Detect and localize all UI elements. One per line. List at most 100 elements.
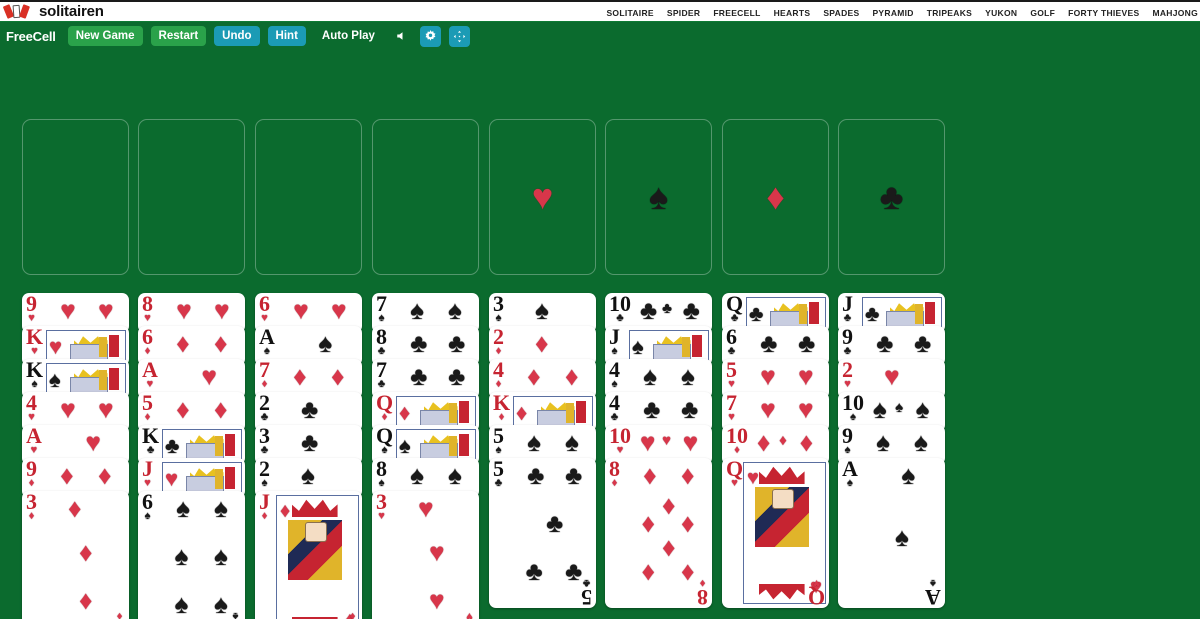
card-corner-index: J ♣ (842, 293, 853, 324)
card-rank: Q (726, 458, 744, 481)
undo-button[interactable]: Undo (214, 26, 260, 46)
card-corner-index: 2 ♣ (259, 392, 270, 423)
card-corner-index: J ♠ (609, 326, 620, 357)
card-suit-icon: ♥ (378, 510, 385, 522)
card-suit-icon: ♠ (844, 444, 851, 456)
card-corner-index-bottom: ♦ 8 (697, 577, 708, 608)
site-nav-link-golf[interactable]: GOLF (1030, 8, 1055, 18)
card-rank: 8 (376, 326, 387, 349)
card[interactable]: 5 ♣ ♣ ♣ ♣ ♣ ♣ ♣ 5 (489, 458, 596, 608)
card-corner-index: 9 ♥ (26, 293, 37, 324)
site-nav-link-hearts[interactable]: HEARTS (774, 8, 811, 18)
fullscreen-move-icon[interactable] (448, 25, 470, 47)
card-rank: K (142, 425, 160, 448)
card-rank: 7 (259, 359, 270, 382)
card-suit-icon: ♣ (377, 378, 386, 390)
card-suit-icon: ♦ (28, 510, 35, 522)
card-suit-icon: ♣ (146, 444, 155, 456)
card[interactable]: J♦♦♦♦J (255, 491, 362, 619)
site-nav-link-spider[interactable]: SPIDER (667, 8, 700, 18)
site-nav-link-freecell[interactable]: FREECELL (713, 8, 760, 18)
card-rank: 10 (842, 392, 864, 415)
card[interactable]: 3♥♥♥♥♥3 (372, 491, 479, 619)
card-suit-icon: ♥ (31, 345, 38, 357)
free-cell-4[interactable] (372, 119, 479, 275)
card-corner-index: A ♠ (842, 458, 858, 489)
card[interactable]: A ♠ ♠ ♠ ♠ A (838, 458, 945, 608)
card-suit-icon: ♦ (349, 610, 356, 619)
card-corner-index: 2 ♦ (493, 326, 504, 357)
site-nav-link-forty-thieves[interactable]: FORTY THIEVES (1068, 8, 1139, 18)
card-corner-index-bottom: ♠6 (230, 610, 241, 619)
site-nav-link-spades[interactable]: SPADES (823, 8, 859, 18)
card-corner-index: 4 ♦ (493, 359, 504, 390)
foundation-hearts[interactable]: ♥ (489, 119, 596, 275)
card-corner-index: 6 ♥ (259, 293, 270, 324)
card-rank: 9 (26, 293, 37, 316)
card-rank: 2 (493, 326, 504, 349)
site-nav-link-yukon[interactable]: YUKON (985, 8, 1017, 18)
card-rank: 5 (726, 359, 737, 382)
card-corner-index: 6 ♠ (142, 491, 153, 522)
gear-icon[interactable] (419, 25, 441, 47)
foundation-diamonds[interactable]: ♦ (722, 119, 829, 275)
game-toolbar: FreeCell New Game Restart Undo Hint Auto… (0, 22, 1200, 50)
card-suit-icon: ♥ (728, 411, 735, 423)
card-corner-index: 10 ♦ (726, 425, 748, 456)
foundation-clubs[interactable]: ♣ (838, 119, 945, 275)
card-rank: 4 (493, 359, 504, 382)
card-corner-index: 4 ♥ (26, 392, 37, 423)
site-header: solitairen SOLITAIRE SPIDER FREECELL HEARTS… (0, 0, 1200, 22)
speaker-icon[interactable] (391, 26, 412, 47)
card-suit-icon: ♣ (260, 411, 269, 423)
card-rank: 6 (726, 326, 737, 349)
card-rank: 4 (26, 392, 37, 415)
card-rank: Q (807, 585, 825, 608)
card-corner-index: 5 ♦ (142, 392, 153, 423)
card[interactable]: Q ♥ ♥ ♥ ♥ Q (722, 458, 829, 608)
card[interactable]: 6♠♠♠♠♠♠♠♠6 (138, 491, 245, 619)
card-suit-icon: ♠ (495, 312, 502, 324)
card-rank: Q (726, 293, 744, 316)
card-rank: 7 (376, 293, 387, 316)
card-corner-index: 10 ♣ (609, 293, 631, 324)
card-suit-icon: ♥ (28, 312, 35, 324)
free-cell-1[interactable] (22, 119, 129, 275)
card-rank: 7 (726, 392, 737, 415)
brand-name: solitairen (39, 3, 104, 20)
card-rank: 8 (609, 458, 620, 481)
foundation-spades-suit-icon: ♠ (648, 176, 669, 217)
card-rank: J (842, 293, 853, 316)
new-game-button[interactable]: New Game (67, 26, 143, 46)
card-rank: 5 (493, 458, 504, 481)
card-suit-icon: ♠ (611, 345, 618, 357)
restart-button[interactable]: Restart (150, 26, 207, 46)
auto-play-button[interactable]: Auto Play (314, 26, 383, 46)
free-cell-2[interactable] (138, 119, 245, 275)
foundation-spades[interactable]: ♠ (605, 119, 712, 275)
site-nav-link-tripeaks[interactable]: TRIPEAKS (927, 8, 972, 18)
brand-logo-group[interactable]: solitairen (0, 3, 104, 20)
site-nav-link-solitaire[interactable]: SOLITAIRE (606, 8, 653, 18)
card-suit-icon: ♠ (850, 411, 856, 423)
free-cell-3[interactable] (255, 119, 362, 275)
card-suit-icon: ♥ (731, 477, 738, 489)
card-rank: 3 (259, 425, 270, 448)
card-rank: 3 (376, 491, 387, 514)
card[interactable]: 3♦♦♦♦♦3 (22, 491, 129, 619)
card-suit-icon: ♠ (232, 610, 239, 619)
card-corner-index: Q ♣ (726, 293, 744, 324)
card-rank: 2 (842, 359, 853, 382)
site-nav-link-pyramid[interactable]: PYRAMID (872, 8, 913, 18)
card[interactable]: 8 ♦ ♦ ♦ ♦ ♦ ♦ ♦ ♦ ♦ ♦ 8 (605, 458, 712, 608)
card-suit-icon: ♦ (699, 577, 706, 589)
card-rank: 6 (142, 326, 153, 349)
card-corner-index-bottom: ♦J (347, 610, 358, 619)
card-suit-icon: ♦ (495, 345, 502, 357)
card-suit-icon: ♦ (261, 378, 268, 390)
foundation-hearts-suit-icon: ♥ (531, 176, 554, 217)
card-rank: 7 (376, 359, 387, 382)
hint-button[interactable]: Hint (267, 26, 306, 46)
card-suit-icon: ♣ (616, 312, 624, 324)
site-nav-link-mahjong[interactable]: MAHJONG (1152, 8, 1198, 18)
